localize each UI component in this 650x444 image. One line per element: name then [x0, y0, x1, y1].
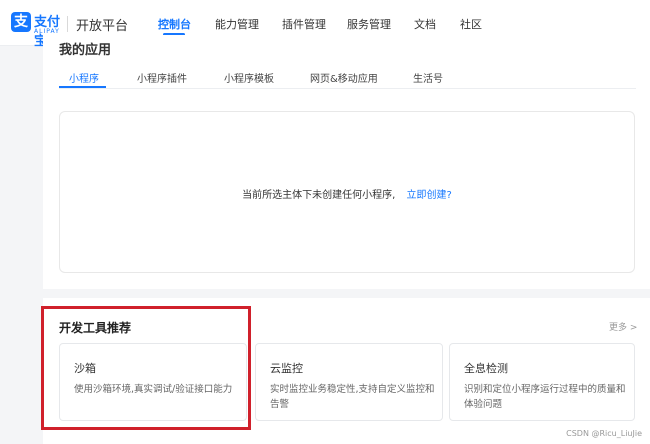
tool-description: 使用沙箱环境,真实调试/验证接口能力: [74, 384, 233, 395]
nav-item-plugin[interactable]: 插件管理: [282, 16, 326, 32]
tool-name: 沙箱: [74, 362, 96, 375]
empty-state-message: 当前所选主体下未创建任何小程序, 立即创建?: [60, 186, 634, 201]
nav-item-docs[interactable]: 文档: [414, 16, 436, 32]
dev-tools-section: 开发工具推荐 更多 > 沙箱 使用沙箱环境,真实调试/验证接口能力 云监控 实时…: [43, 298, 650, 444]
alipay-logo[interactable]: 支 支付宝 ALIPAY: [11, 12, 67, 49]
my-apps-card: 我的应用 小程序 小程序插件 小程序模板 网页&移动应用 生活号 当前所选主体下…: [43, 35, 650, 289]
platform-name: 开放平台: [76, 19, 129, 34]
tool-card-sandbox[interactable]: 沙箱 使用沙箱环境,真实调试/验证接口能力: [59, 343, 247, 421]
tool-card-holographic-check[interactable]: 全息检测 识别和定位小程序运行过程中的质量和体验问题: [449, 343, 635, 421]
logo-divider: [67, 16, 68, 32]
tool-name: 云监控: [270, 362, 303, 375]
tab-web-mobile-app[interactable]: 网页&移动应用: [310, 70, 378, 85]
tab-mini-program-plugin[interactable]: 小程序插件: [137, 70, 187, 85]
tool-description: 识别和定位小程序运行过程中的质量和体验问题: [464, 384, 626, 410]
empty-state-text: 当前所选主体下未创建任何小程序,: [242, 190, 396, 201]
tab-mini-program[interactable]: 小程序: [69, 70, 99, 85]
tool-card-cloud-monitor[interactable]: 云监控 实时监控业务稳定性,支持自定义监控和告警: [255, 343, 443, 421]
tool-name: 全息检测: [464, 362, 508, 375]
nav-item-console[interactable]: 控制台: [158, 16, 191, 32]
tool-description: 实时监控业务稳定性,支持自定义监控和告警: [270, 384, 435, 410]
logo-sub: ALIPAY: [34, 28, 60, 35]
tab-mini-program-template[interactable]: 小程序模板: [224, 70, 274, 85]
tab-life-account[interactable]: 生活号: [413, 70, 443, 85]
create-now-link[interactable]: 立即创建?: [407, 190, 452, 201]
nav-item-community[interactable]: 社区: [460, 16, 482, 32]
dev-tools-title: 开发工具推荐: [59, 321, 132, 335]
alipay-logo-icon: 支: [11, 12, 31, 32]
more-link[interactable]: 更多 >: [609, 320, 637, 333]
nav-item-service[interactable]: 服务管理: [347, 16, 391, 32]
tabs-divider: [59, 88, 636, 89]
my-apps-title: 我的应用: [59, 43, 112, 58]
empty-state-panel: 当前所选主体下未创建任何小程序, 立即创建?: [59, 111, 635, 273]
nav-item-capability[interactable]: 能力管理: [215, 16, 259, 32]
watermark: CSDN @Ricu_LiuJie: [566, 429, 642, 438]
